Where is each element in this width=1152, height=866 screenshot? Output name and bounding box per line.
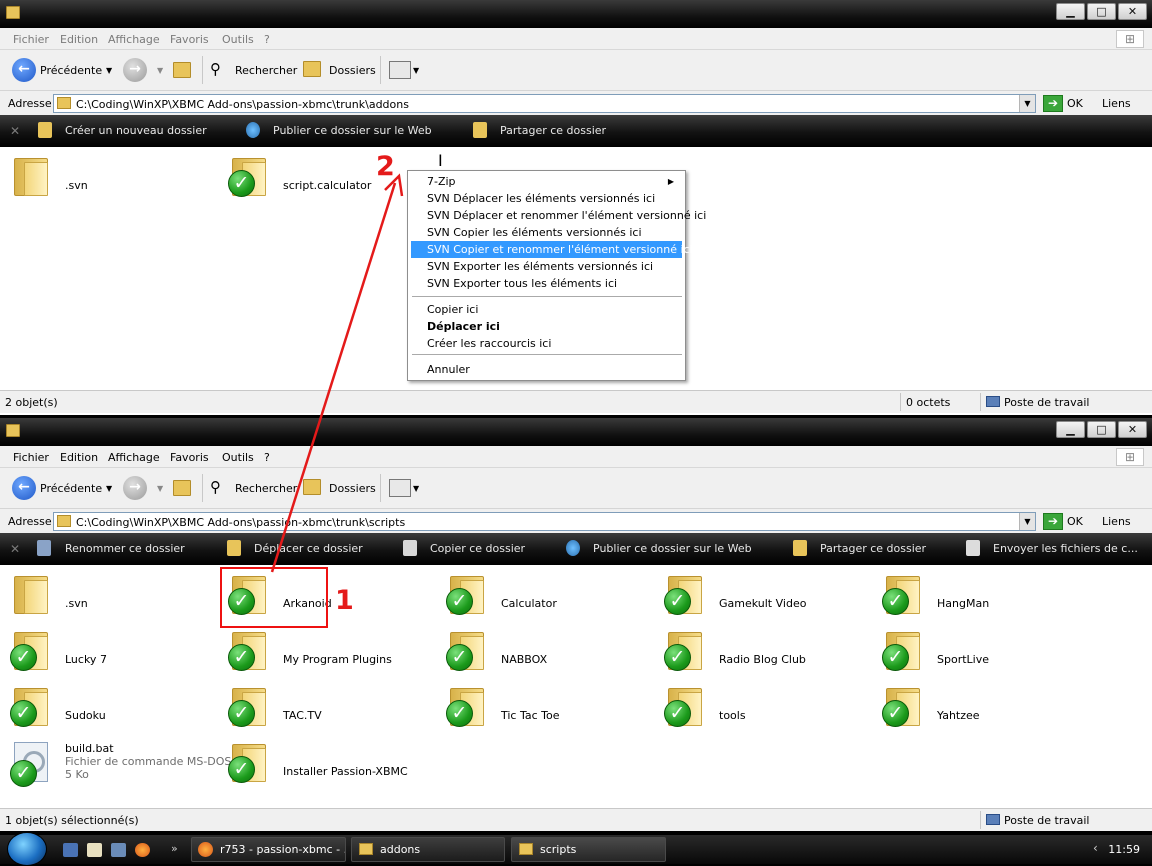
context-menu-item[interactable]: SVN Copier les éléments versionnés ici bbox=[411, 224, 682, 241]
taskbar-button-addons[interactable]: addons bbox=[351, 837, 505, 862]
context-menu-item[interactable]: Annuler bbox=[411, 361, 682, 378]
context-menu-item-label: SVN Copier les éléments versionnés ici bbox=[427, 226, 642, 239]
folder-icon bbox=[359, 843, 373, 855]
context-menu-item[interactable]: SVN Déplacer et renommer l'élément versi… bbox=[411, 207, 706, 224]
context-menu-item-label: Déplacer ici bbox=[427, 320, 500, 333]
context-menu-item-label: Annuler bbox=[427, 363, 470, 376]
annotation-step-2: 2 bbox=[376, 151, 395, 182]
context-menu-item[interactable]: SVN Exporter les éléments versionnés ici bbox=[411, 258, 682, 275]
context-menu-item[interactable]: Copier ici bbox=[411, 301, 682, 318]
annotation-step-1: 1 bbox=[335, 585, 354, 616]
firefox-icon bbox=[198, 842, 213, 857]
context-menu-item[interactable]: Déplacer ici bbox=[411, 318, 682, 335]
context-menu-item-label: SVN Déplacer les éléments versionnés ici bbox=[427, 192, 656, 205]
context-menu-item-label: SVN Exporter tous les éléments ici bbox=[427, 277, 618, 290]
notepad-icon[interactable] bbox=[87, 843, 102, 857]
context-menu-item[interactable]: SVN Exporter tous les éléments ici bbox=[411, 275, 682, 292]
clock[interactable]: 11:59 bbox=[1108, 843, 1140, 856]
context-menu-item[interactable]: 7-Zip ▶ bbox=[411, 173, 682, 190]
show-desktop-icon[interactable] bbox=[63, 843, 78, 857]
taskbar-button-label: r753 - passion-xbmc - ... bbox=[220, 843, 346, 856]
context-menu-item-label: SVN Exporter les éléments versionnés ici bbox=[427, 260, 654, 273]
start-button[interactable] bbox=[7, 832, 47, 866]
context-menu-item[interactable]: Créer les raccourcis ici bbox=[411, 335, 682, 352]
menu-separator bbox=[412, 296, 682, 297]
taskbar-button-scripts[interactable]: scripts bbox=[511, 837, 666, 862]
context-menu: 7-Zip ▶ SVN Déplacer les éléments versionn… bbox=[407, 170, 706, 381]
context-menu-item-label: 7-Zip bbox=[427, 175, 456, 188]
menu-separator bbox=[412, 354, 682, 355]
context-menu-item[interactable]: SVN Déplacer les éléments versionnés ici bbox=[411, 190, 682, 207]
drag-arrow bbox=[270, 173, 404, 573]
firefox-icon[interactable] bbox=[135, 843, 150, 857]
context-menu-item-label: Créer les raccourcis ici bbox=[427, 337, 552, 350]
submenu-arrow-icon: ▶ bbox=[667, 177, 674, 186]
context-menu-item[interactable]: SVN Copier et renommer l'élément version… bbox=[411, 241, 693, 258]
tray-expand-icon[interactable]: ‹ bbox=[1093, 841, 1098, 855]
windows-taskbar: » r753 - passion-xbmc - ... addons scrip… bbox=[0, 832, 1152, 866]
context-menu-item-label: SVN Déplacer et renommer l'élément versi… bbox=[427, 209, 707, 222]
taskbar-button-label: addons bbox=[380, 843, 421, 856]
network-icon[interactable] bbox=[111, 843, 126, 857]
taskbar-button-label: scripts bbox=[540, 843, 577, 856]
taskbar-button-firefox[interactable]: r753 - passion-xbmc - ... bbox=[191, 837, 346, 862]
folder-icon bbox=[519, 843, 533, 855]
context-menu-item-label: Copier ici bbox=[427, 303, 479, 316]
context-menu-item-label: SVN Copier et renommer l'élément version… bbox=[427, 243, 693, 256]
quicklaunch-expand-icon[interactable]: » bbox=[171, 842, 178, 855]
